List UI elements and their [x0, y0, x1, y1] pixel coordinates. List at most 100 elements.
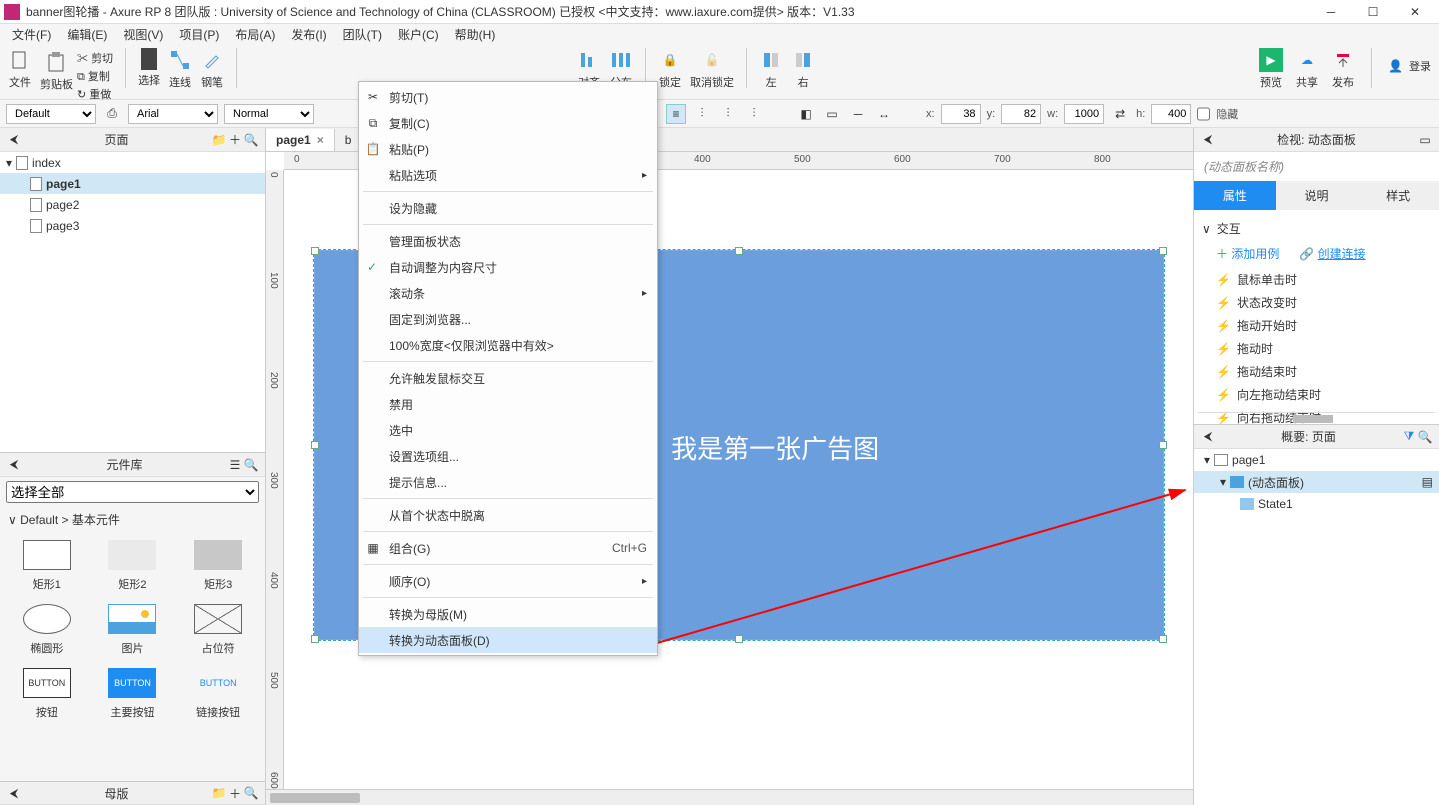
menu-account[interactable]: 账户(C) [392, 24, 445, 45]
event-拖动结束时[interactable]: ⚡拖动结束时 [1202, 360, 1431, 383]
style-manager-icon[interactable]: ⎙ [102, 104, 122, 124]
event-鼠标单击时[interactable]: ⚡鼠标单击时 [1202, 268, 1431, 291]
outline-(动态面板)[interactable]: ▾(动态面板)▤ [1194, 471, 1439, 493]
line-icon[interactable]: ─ [848, 104, 868, 124]
h-input[interactable] [1151, 104, 1191, 124]
menu-view[interactable]: 视图(V) [117, 24, 169, 45]
menu-help[interactable]: 帮助(H) [449, 24, 502, 45]
page-node-page1[interactable]: page1 [0, 173, 265, 194]
ctx-转换为动态面板(D)[interactable]: 转换为动态面板(D) [359, 627, 657, 653]
ctx-粘贴(P)[interactable]: 📋粘贴(P) [359, 136, 657, 162]
weight-select[interactable]: Normal [224, 104, 314, 124]
widget-btn1[interactable]: BUTTON按钮 [8, 668, 86, 720]
ctx-粘贴选项[interactable]: 粘贴选项▸ [359, 162, 657, 188]
maximize-button[interactable]: ☐ [1353, 1, 1393, 23]
create-link-link[interactable]: 🔗 创建连接 [1299, 245, 1365, 262]
style-select[interactable]: Default [6, 104, 96, 124]
toolbar-redo[interactable]: ↻ 重做 [77, 86, 113, 102]
search-icon[interactable]: 🔍 [243, 785, 259, 801]
y-input[interactable] [1001, 104, 1041, 124]
menu-edit[interactable]: 编辑(E) [61, 24, 113, 45]
ctx-禁用[interactable]: 禁用 [359, 391, 657, 417]
ctx-选中[interactable]: 选中 [359, 417, 657, 443]
add-case-link[interactable]: ＋ 添加用例 [1216, 245, 1279, 262]
ctx-100%宽度<仅限浏览器中有效>[interactable]: 100%宽度<仅限浏览器中有效> [359, 332, 657, 358]
add-master-icon[interactable]: ＋ [227, 785, 243, 801]
widgets-select[interactable]: 选择全部 [6, 481, 259, 503]
menu-project[interactable]: 项目(P) [173, 24, 225, 45]
arrow-icon[interactable]: ↔ [874, 104, 894, 124]
search-icon[interactable]: 🔍 [243, 132, 259, 148]
event-拖动时[interactable]: ⚡拖动时 [1202, 337, 1431, 360]
tab-notes[interactable]: 说明 [1276, 181, 1358, 210]
ctx-转换为母版(M)[interactable]: 转换为母版(M) [359, 601, 657, 627]
lock-wh-icon[interactable]: ⇄ [1110, 104, 1130, 124]
page-node-index[interactable]: ▾index [0, 152, 265, 173]
tab-properties[interactable]: 属性 [1194, 181, 1276, 210]
add-page-icon[interactable]: ＋ [227, 132, 243, 148]
ctx-自动调整为内容尺寸[interactable]: ✓自动调整为内容尺寸 [359, 254, 657, 280]
toolbar-login[interactable]: 👤 登录 [1388, 48, 1431, 74]
align-left-icon[interactable]: ≡ [666, 104, 686, 124]
toolbar-lock[interactable]: 🔒 锁定 [658, 48, 682, 90]
outline-State1[interactable]: State1 [1194, 493, 1439, 515]
toolbar-copy[interactable]: ⧉ 复制 [77, 68, 113, 84]
event-状态改变时[interactable]: ⚡状态改变时 [1202, 291, 1431, 314]
add-folder-icon[interactable]: 📁 [211, 132, 227, 148]
collapse-icon[interactable]: ⮜ [1200, 429, 1216, 445]
widget-name-input[interactable]: (动态面板名称) [1194, 152, 1439, 181]
toolbar-preview[interactable]: ▶ 预览 [1259, 48, 1283, 90]
menu-file[interactable]: 文件(F) [6, 24, 57, 45]
collapse-icon[interactable]: ⮜ [6, 132, 22, 148]
ctx-设置选项组...[interactable]: 设置选项组... [359, 443, 657, 469]
tab-style[interactable]: 样式 [1357, 181, 1439, 210]
toolbar-right[interactable]: 右 [791, 48, 815, 90]
ctx-从首个状态中脱离[interactable]: 从首个状态中脱离 [359, 502, 657, 528]
collapse-icon[interactable]: ⮜ [1200, 132, 1216, 148]
toolbar-pen[interactable]: 钢笔 [200, 48, 224, 90]
minimize-button[interactable]: ─ [1311, 1, 1351, 23]
ctx-剪切(T)[interactable]: ✂剪切(T) [359, 84, 657, 110]
border-icon[interactable]: ▭ [822, 104, 842, 124]
ctx-复制(C)[interactable]: ⧉复制(C) [359, 110, 657, 136]
widget-rect1[interactable]: 矩形1 [8, 540, 86, 592]
valign-bot-icon[interactable]: ⫶ [744, 104, 764, 124]
close-button[interactable]: ✕ [1395, 1, 1435, 23]
widget-btn3[interactable]: BUTTON链接按钮 [179, 668, 257, 720]
collapse-icon[interactable]: ⮜ [6, 457, 22, 473]
valign-mid-icon[interactable]: ⫶ [718, 104, 738, 124]
toolbar-select[interactable]: 选择 [138, 48, 160, 88]
ctx-组合(G)[interactable]: ▦组合(G)Ctrl+G [359, 535, 657, 561]
search-icon[interactable]: 🔍 [243, 457, 259, 473]
page-icon[interactable]: ▭ [1417, 132, 1433, 148]
toolbar-unlock[interactable]: 🔓 取消锁定 [690, 48, 734, 90]
collapse-icon[interactable]: ⮜ [6, 785, 22, 801]
toolbar-connect[interactable]: 连线 [168, 48, 192, 90]
valign-top-icon[interactable]: ⫶ [692, 104, 712, 124]
widget-rect2[interactable]: 矩形2 [94, 540, 172, 592]
widget-rect3[interactable]: 矩形3 [179, 540, 257, 592]
event-拖动开始时[interactable]: ⚡拖动开始时 [1202, 314, 1431, 337]
fill-icon[interactable]: ◧ [796, 104, 816, 124]
ctx-设为隐藏[interactable]: 设为隐藏 [359, 195, 657, 221]
menu-arrange[interactable]: 布局(A) [229, 24, 281, 45]
widget-ellipse[interactable]: 椭圆形 [8, 604, 86, 656]
filter-icon[interactable]: ⧩ [1401, 429, 1417, 445]
toolbar-cut[interactable]: ✂ 剪切 [77, 50, 113, 66]
event-向左拖动结束时[interactable]: ⚡向左拖动结束时 [1202, 383, 1431, 406]
tab-page1[interactable]: page1× [266, 129, 335, 151]
add-folder-icon[interactable]: 📁 [211, 785, 227, 801]
toolbar-publish[interactable]: 发布 [1331, 48, 1355, 90]
toolbar-share[interactable]: ☁ 共享 [1295, 48, 1319, 90]
ctx-顺序(O)[interactable]: 顺序(O)▸ [359, 568, 657, 594]
hidden-checkbox[interactable] [1197, 104, 1210, 124]
toolbar-file[interactable]: 文件 [8, 48, 32, 90]
ctx-提示信息...[interactable]: 提示信息... [359, 469, 657, 495]
widgets-breadcrumb[interactable]: ∨ Default > 基本元件 [0, 507, 265, 532]
ctx-允许触发鼠标交互[interactable]: 允许触发鼠标交互 [359, 365, 657, 391]
close-icon[interactable]: × [317, 133, 324, 147]
font-select[interactable]: Arial [128, 104, 218, 124]
menu-publish[interactable]: 发布(I) [285, 24, 332, 45]
ctx-滚动条[interactable]: 滚动条▸ [359, 280, 657, 306]
ctx-固定到浏览器...[interactable]: 固定到浏览器... [359, 306, 657, 332]
